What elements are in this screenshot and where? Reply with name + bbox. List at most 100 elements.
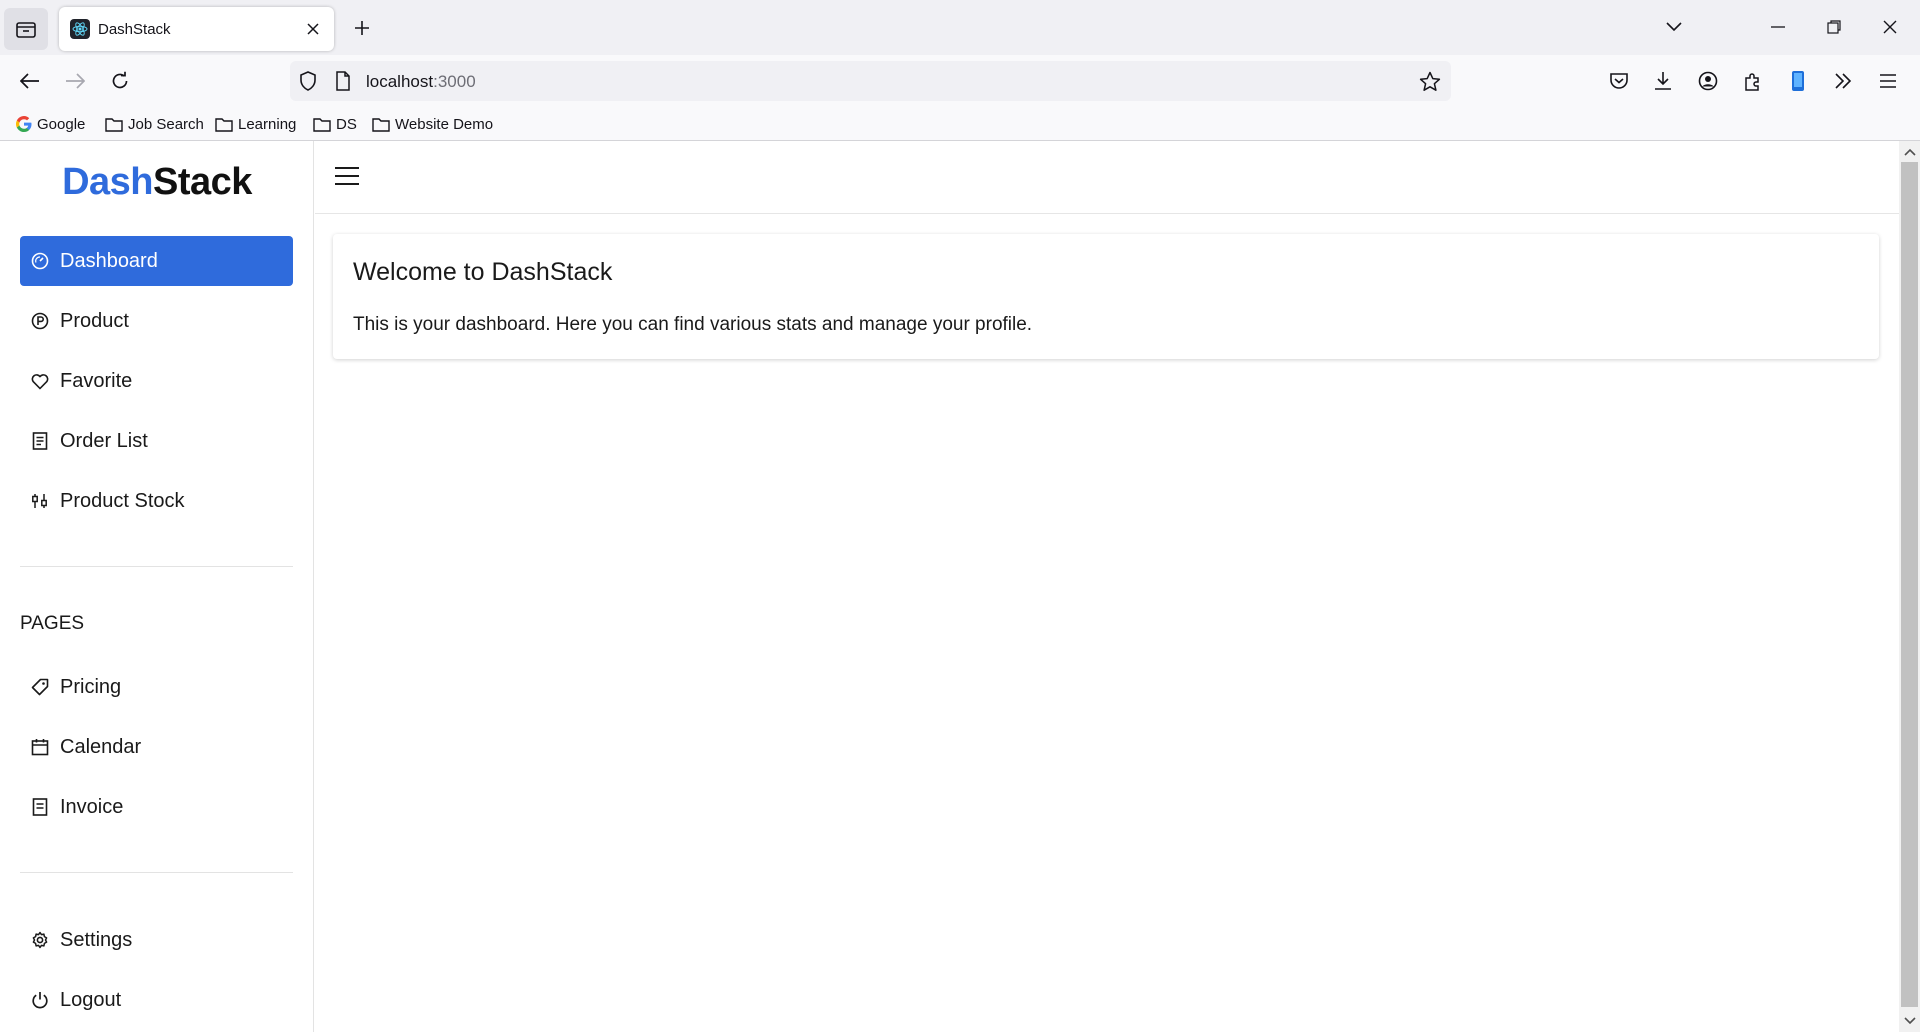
- tab-close-button[interactable]: [298, 14, 328, 44]
- star-bookmark-icon[interactable]: [1419, 71, 1441, 92]
- sidebar-item-product[interactable]: Product: [20, 296, 293, 346]
- forward-button[interactable]: [57, 63, 93, 99]
- pocket-button[interactable]: [1601, 63, 1637, 99]
- url-port: :3000: [433, 72, 476, 91]
- dashboard-gauge-icon: [30, 251, 50, 271]
- double-chevron-right-icon: [1835, 73, 1852, 89]
- sidebar-item-dashboard[interactable]: Dashboard: [20, 236, 293, 286]
- new-tab-button[interactable]: [346, 12, 378, 44]
- calendar-icon: [30, 737, 50, 757]
- sidebar-item-label: Product: [60, 309, 129, 332]
- back-button[interactable]: [12, 63, 48, 99]
- url-text: localhost:3000: [366, 72, 476, 92]
- sidebar-item-order-list[interactable]: Order List: [20, 416, 293, 466]
- plus-icon: [355, 21, 369, 35]
- browser-tab-active[interactable]: DashStack: [59, 7, 334, 51]
- tag-icon: [30, 677, 50, 697]
- bookmark-label: Learning: [238, 115, 297, 133]
- google-icon: [16, 116, 32, 132]
- sidebar-item-favorite[interactable]: Favorite: [20, 356, 293, 406]
- close-icon: [1883, 20, 1897, 34]
- app-logo[interactable]: DashStack: [0, 161, 314, 204]
- sidebar-divider: [20, 872, 293, 873]
- sidebar-item-label: Dashboard: [60, 249, 158, 272]
- hamburger-menu-icon[interactable]: [334, 165, 360, 187]
- welcome-text: This is your dashboard. Here you can fin…: [353, 314, 1033, 335]
- shield-icon: [300, 71, 316, 91]
- sidebar-item-product-stock[interactable]: Product Stock: [20, 476, 293, 526]
- bookmark-google[interactable]: Google: [16, 113, 85, 135]
- scroll-thumb[interactable]: [1901, 162, 1918, 1007]
- sidebar-item-settings[interactable]: Settings: [20, 915, 293, 965]
- tab-list-button[interactable]: [4, 8, 48, 50]
- restore-icon: [1827, 20, 1841, 34]
- minimize-button[interactable]: [1757, 8, 1799, 46]
- chevron-down-icon: [1666, 22, 1682, 32]
- more-tools-button[interactable]: [1825, 63, 1861, 99]
- sidebar-item-label: Logout: [60, 988, 122, 1011]
- stock-sliders-icon: [30, 491, 50, 511]
- hamburger-menu-icon: [1880, 74, 1896, 88]
- bookmarks-bar: Google Job Search Learning DS Website De…: [0, 106, 1920, 141]
- page-scrollbar[interactable]: [1899, 141, 1920, 1032]
- sidebar: DashStack Dashboard Product Favorite Ord…: [0, 141, 314, 1032]
- product-icon: [30, 311, 50, 331]
- device-extension-button[interactable]: [1780, 63, 1816, 99]
- app-topbar: [315, 141, 1899, 214]
- sidebar-divider: [20, 566, 293, 567]
- folder-icon: [105, 117, 123, 132]
- phone-icon: [1792, 71, 1804, 91]
- sidebar-item-calendar[interactable]: Calendar: [20, 722, 293, 772]
- pages-section-label: PAGES: [20, 613, 85, 634]
- heart-icon: [30, 371, 50, 391]
- chevron-down-icon: [1903, 1016, 1916, 1024]
- bookmark-learning[interactable]: Learning: [215, 113, 296, 135]
- bookmark-ds[interactable]: DS: [313, 113, 357, 135]
- reload-icon: [112, 71, 128, 89]
- gear-icon: [30, 930, 50, 950]
- url-host: localhost: [366, 72, 434, 91]
- bookmark-job-search[interactable]: Job Search: [105, 113, 204, 135]
- sidebar-item-logout[interactable]: Logout: [20, 975, 293, 1025]
- sidebar-item-invoice[interactable]: Invoice: [20, 782, 293, 832]
- bookmark-label: Website Demo: [395, 115, 494, 133]
- sidebar-item-label: Product Stock: [60, 489, 185, 512]
- app-menu-button[interactable]: [1870, 63, 1906, 99]
- restore-button[interactable]: [1813, 8, 1855, 46]
- sidebar-item-label: Favorite: [60, 369, 133, 392]
- browser-nav-bar: localhost:3000: [0, 55, 1920, 106]
- reload-button[interactable]: [102, 63, 138, 99]
- bookmark-label: DS: [336, 115, 357, 133]
- extensions-button[interactable]: [1735, 63, 1771, 99]
- browser-tab-bar: DashStack: [0, 0, 1920, 55]
- sidebar-item-pricing[interactable]: Pricing: [20, 662, 293, 712]
- download-icon: [1655, 72, 1671, 90]
- folder-icon: [313, 117, 331, 132]
- downloads-button[interactable]: [1645, 63, 1681, 99]
- close-window-button[interactable]: [1869, 8, 1911, 46]
- bookmark-website-demo[interactable]: Website Demo: [372, 113, 493, 135]
- power-icon: [30, 990, 50, 1010]
- scroll-down-button[interactable]: [1899, 1011, 1920, 1030]
- invoice-icon: [30, 797, 50, 817]
- sidebar-item-label: Calendar: [60, 735, 142, 758]
- tab-list-icon: [16, 22, 36, 38]
- welcome-title: Welcome to DashStack: [353, 258, 613, 286]
- logo-dash: Dash: [62, 161, 153, 203]
- sidebar-item-label: Order List: [60, 429, 148, 452]
- close-icon: [307, 23, 319, 35]
- scroll-up-button[interactable]: [1899, 142, 1920, 161]
- chevron-up-icon: [1903, 148, 1916, 156]
- arrow-left-icon: [20, 73, 39, 89]
- pocket-icon: [1610, 73, 1628, 89]
- order-list-icon: [30, 431, 50, 451]
- page-icon: [336, 71, 350, 91]
- list-all-tabs-button[interactable]: [1653, 8, 1695, 46]
- account-icon: [1698, 71, 1718, 91]
- account-button[interactable]: [1690, 63, 1726, 99]
- bookmark-label: Job Search: [128, 115, 204, 133]
- logo-stack: Stack: [153, 161, 252, 203]
- puzzle-icon: [1745, 73, 1759, 91]
- url-bar[interactable]: localhost:3000: [290, 61, 1451, 101]
- sidebar-item-label: Settings: [60, 928, 133, 951]
